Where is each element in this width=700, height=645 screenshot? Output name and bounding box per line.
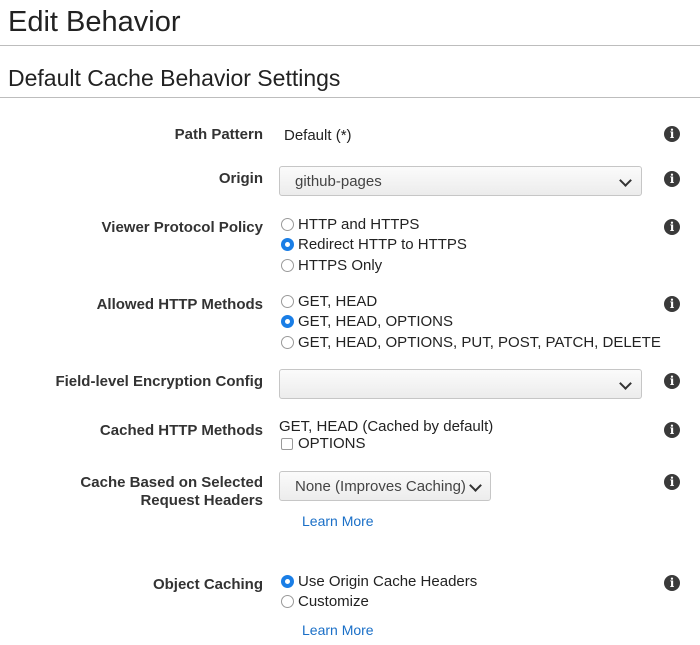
field-level-encryption-label: Field-level Encryption Config [55, 373, 263, 390]
field-level-encryption-select[interactable] [279, 369, 642, 399]
cache-headers-select[interactable]: None (Improves Caching) [279, 471, 491, 501]
learn-more-link[interactable]: Learn More [302, 513, 374, 529]
object-caching-label: Object Caching [152, 576, 263, 593]
radio-button-selected[interactable] [281, 315, 294, 328]
info-icon[interactable]: i [664, 219, 680, 235]
info-icon[interactable]: i [664, 422, 680, 438]
allowed-http-methods-label: Allowed HTTP Methods [96, 296, 263, 313]
radio-button[interactable] [281, 595, 294, 608]
info-icon[interactable]: i [664, 171, 680, 187]
cache-headers-select-value: None (Improves Caching) [295, 478, 466, 495]
radio-label: GET, HEAD [298, 293, 378, 310]
radio-label: HTTPS Only [298, 257, 383, 274]
section-title: Default Cache Behavior Settings [8, 65, 341, 91]
page-title: Edit Behavior [8, 6, 181, 38]
info-icon[interactable]: i [664, 126, 680, 142]
cache-headers-label-line2: Request Headers [140, 492, 263, 509]
radio-label: Redirect HTTP to HTTPS [298, 236, 467, 253]
chevron-down-icon [619, 174, 632, 187]
chevron-down-icon [469, 479, 482, 492]
radio-button-selected[interactable] [281, 575, 294, 588]
cache-headers-label-line1: Cache Based on Selected [80, 474, 263, 491]
info-icon[interactable]: i [664, 296, 680, 312]
radio-label: Use Origin Cache Headers [298, 573, 478, 590]
origin-select[interactable]: github-pages [279, 166, 642, 196]
radio-button[interactable] [281, 259, 294, 272]
origin-select-value: github-pages [295, 173, 382, 190]
cache-headers-label: Cache Based on Selected Request Headers [23, 474, 263, 510]
options-checkbox[interactable] [281, 438, 293, 450]
viewer-protocol-policy-label: Viewer Protocol Policy [101, 219, 263, 236]
radio-button-selected[interactable] [281, 238, 294, 251]
chevron-down-icon [619, 377, 632, 390]
origin-label: Origin [218, 170, 263, 187]
title-divider [0, 45, 700, 46]
radio-button[interactable] [281, 336, 294, 349]
info-icon[interactable]: i [664, 575, 680, 591]
cached-methods-default: GET, HEAD (Cached by default) [279, 418, 494, 435]
learn-more-link[interactable]: Learn More [302, 622, 374, 638]
path-pattern-value: Default (*) [284, 127, 352, 144]
path-pattern-label: Path Pattern [174, 126, 263, 143]
checkbox-label: OPTIONS [298, 435, 366, 452]
cached-http-methods-label: Cached HTTP Methods [99, 422, 263, 439]
radio-label: Customize [298, 593, 369, 610]
radio-label: GET, HEAD, OPTIONS [298, 313, 454, 330]
radio-label: GET, HEAD, OPTIONS, PUT, POST, PATCH, DE… [298, 334, 661, 351]
radio-button[interactable] [281, 218, 294, 231]
section-divider [0, 97, 700, 98]
radio-label: HTTP and HTTPS [298, 216, 420, 233]
radio-button[interactable] [281, 295, 294, 308]
info-icon[interactable]: i [664, 373, 680, 389]
info-icon[interactable]: i [664, 474, 680, 490]
